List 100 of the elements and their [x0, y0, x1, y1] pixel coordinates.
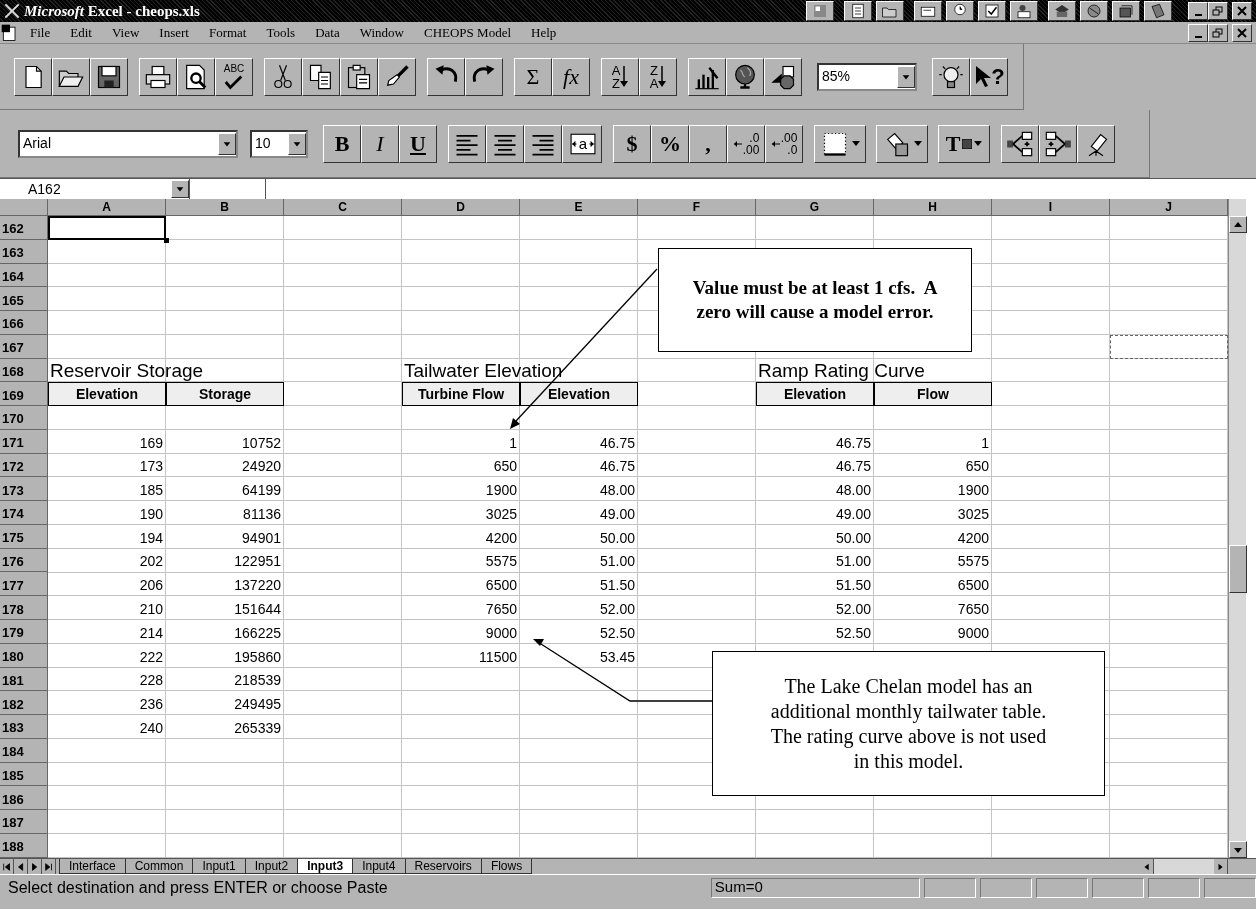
row-header[interactable]: 188 — [0, 833, 48, 858]
row-header[interactable]: 177 — [0, 572, 48, 597]
borders-button[interactable] — [814, 124, 866, 163]
row-header[interactable]: 180 — [0, 643, 48, 668]
menu-item[interactable]: View — [101, 22, 150, 43]
sheet-tab[interactable]: Interface — [59, 859, 126, 874]
close-button[interactable] — [1232, 2, 1252, 20]
restore-button[interactable] — [1208, 23, 1228, 42]
italic-button[interactable]: I — [361, 124, 399, 163]
column-header[interactable]: F — [638, 199, 756, 216]
sheet-tab[interactable]: Input1 — [192, 859, 246, 874]
row-header[interactable]: 167 — [0, 334, 48, 359]
fill-handle[interactable] — [164, 237, 169, 243]
sheet-tab[interactable]: Input4 — [352, 859, 406, 874]
shortcut-button[interactable] — [1010, 1, 1038, 21]
column-header[interactable]: A — [48, 199, 166, 216]
sheet-tab[interactable]: Common — [124, 859, 194, 874]
cut-button[interactable] — [264, 57, 302, 96]
sort-button[interactable]: A Z — [601, 57, 639, 96]
scroll-down-button[interactable] — [1229, 841, 1247, 858]
center-button[interactable] — [486, 124, 524, 163]
shortcut-button[interactable] — [978, 1, 1006, 21]
row-header[interactable]: 168 — [0, 358, 48, 383]
minimize-button[interactable] — [1188, 2, 1208, 20]
paste-button[interactable] — [340, 57, 378, 96]
column-header[interactable]: J — [1110, 199, 1228, 216]
column-header[interactable]: E — [520, 199, 638, 216]
row-header[interactable]: 164 — [0, 263, 48, 288]
zoom-field[interactable]: 85% — [817, 62, 917, 91]
row-header[interactable]: 165 — [0, 287, 48, 312]
scroll-thumb[interactable] — [1229, 545, 1247, 593]
font-size-field[interactable]: 10 — [250, 129, 308, 158]
row-header[interactable]: 163 — [0, 239, 48, 264]
shortcut-button[interactable] — [946, 1, 974, 21]
remove-arrows-button[interactable] — [1077, 124, 1115, 163]
row-header[interactable]: 187 — [0, 810, 48, 834]
row-header[interactable]: 172 — [0, 453, 48, 478]
column-header[interactable]: B — [166, 199, 284, 216]
menu-item[interactable]: Tools — [256, 22, 306, 43]
shortcut-button[interactable] — [806, 1, 834, 21]
new-button[interactable] — [14, 57, 52, 96]
first-sheet-button[interactable] — [0, 859, 14, 874]
shortcut-button[interactable] — [1144, 1, 1172, 21]
spelling-button[interactable]: ABC — [215, 57, 253, 96]
minimize-button[interactable] — [1188, 23, 1208, 42]
row-header[interactable]: 181 — [0, 667, 48, 692]
open-button[interactable] — [52, 57, 90, 96]
shortcut-button[interactable] — [1112, 1, 1140, 21]
sort-button[interactable]: Z A — [639, 57, 677, 96]
help-button[interactable]: ? — [970, 57, 1008, 96]
row-header[interactable]: 178 — [0, 596, 48, 620]
restore-button[interactable] — [1208, 2, 1228, 20]
chart-wizard-button[interactable] — [688, 57, 726, 96]
horizontal-scrollbar[interactable] — [1154, 859, 1214, 874]
fill-color-button[interactable] — [876, 124, 928, 163]
tip-wizard-button[interactable] — [932, 57, 970, 96]
menu-item[interactable]: CHEOPS Model — [414, 22, 522, 43]
font-color-button[interactable]: T — [938, 124, 990, 163]
menu-item[interactable]: Help — [521, 22, 567, 43]
shortcut-button[interactable] — [844, 1, 872, 21]
select-all-button[interactable] — [0, 199, 48, 216]
map-button[interactable] — [726, 57, 764, 96]
merge-center-button[interactable]: a — [562, 124, 602, 163]
align-left-button[interactable] — [448, 124, 486, 163]
align-right-button[interactable] — [524, 124, 562, 163]
save-button[interactable] — [90, 57, 128, 96]
shortcut-button[interactable] — [1048, 1, 1076, 21]
menu-item[interactable]: Window — [349, 22, 414, 43]
selected-cell[interactable] — [48, 216, 166, 240]
row-header[interactable]: 169 — [0, 382, 48, 407]
shortcut-button[interactable] — [914, 1, 942, 21]
last-sheet-button[interactable] — [42, 859, 56, 874]
row-header[interactable]: 166 — [0, 311, 48, 335]
font-field[interactable]: Arial — [18, 129, 238, 158]
menu-item[interactable]: Format — [198, 22, 257, 43]
row-header[interactable]: 184 — [0, 738, 48, 763]
undo-button[interactable] — [427, 57, 465, 96]
row-header[interactable]: 173 — [0, 477, 48, 502]
italic-button[interactable]: fx — [552, 57, 590, 96]
column-header[interactable]: I — [992, 199, 1110, 216]
format-painter-button[interactable] — [378, 57, 416, 96]
row-header[interactable]: 185 — [0, 762, 48, 787]
row-header[interactable]: 179 — [0, 620, 48, 644]
bold-button[interactable]: B — [323, 124, 361, 163]
redo-button[interactable] — [465, 57, 503, 96]
menu-item[interactable]: Insert — [149, 22, 199, 43]
bold-button[interactable]: % — [651, 124, 689, 163]
row-header[interactable]: 175 — [0, 524, 48, 549]
trace-precedents-button[interactable] — [1001, 124, 1039, 163]
bold-button[interactable]: , — [689, 124, 727, 163]
row-header[interactable]: 186 — [0, 786, 48, 811]
trace-dependents-button[interactable] — [1039, 124, 1077, 163]
menu-item[interactable]: File — [20, 22, 61, 43]
row-header[interactable]: 162 — [0, 216, 48, 240]
row-header[interactable]: 182 — [0, 691, 48, 716]
decimal-button[interactable]: .0 .00 — [727, 124, 765, 163]
sheet-tab[interactable]: Input3 — [297, 859, 354, 874]
decimal-button[interactable]: .00 .0 — [765, 124, 803, 163]
preview-button[interactable] — [177, 57, 215, 96]
sheet-tab[interactable]: Flows — [480, 859, 533, 874]
